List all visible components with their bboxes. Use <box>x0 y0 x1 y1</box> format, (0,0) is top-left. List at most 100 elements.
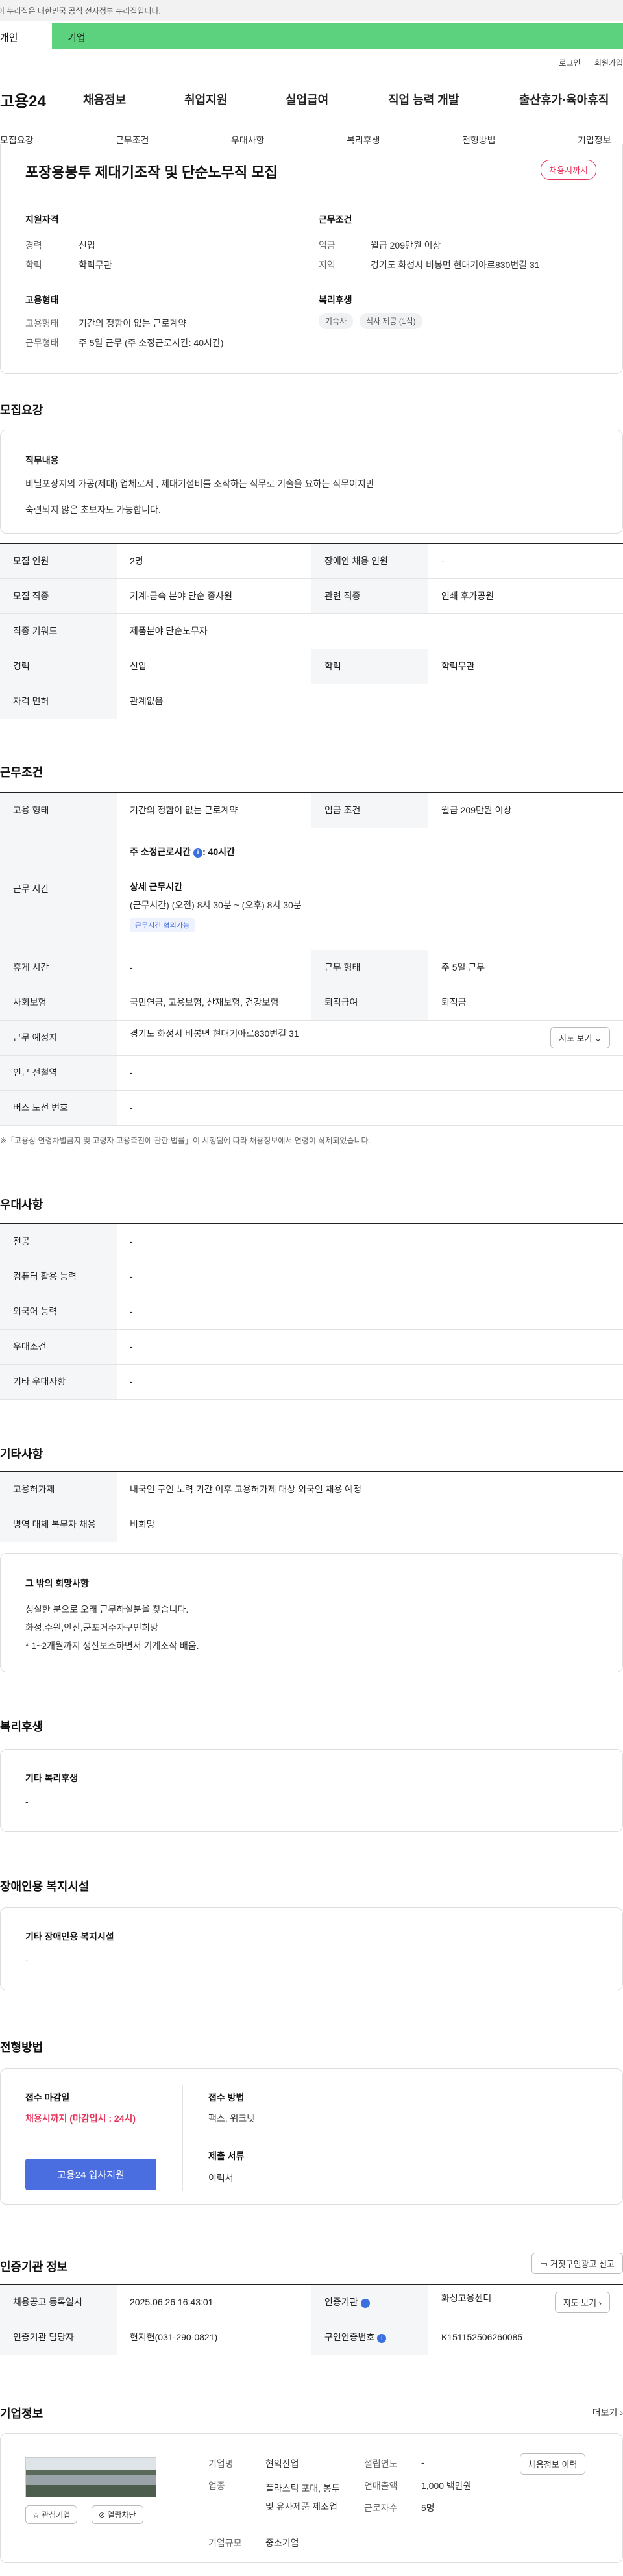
gnb-item-unemployment-benefit[interactable]: 실업급여 <box>286 91 328 108</box>
report-button-label: 거짓구인광고 신고 <box>550 2259 615 2269</box>
apply-button[interactable]: 고용24 입사지원 <box>25 2159 156 2190</box>
work-place-value: 경기도 화성시 비봉면 현대기아로830번길 31 <box>130 1028 299 1039</box>
login-link[interactable]: 로그인 <box>559 58 580 68</box>
table-header: 퇴직급여 <box>312 985 428 1021</box>
join-link[interactable]: 회원가입 <box>594 58 623 68</box>
emp-type-value: 기간의 정함이 없는 근로계약 <box>79 318 187 328</box>
hope-title: 그 밖의 희망사항 <box>25 1578 89 1589</box>
table-cell: 2025.06.26 16:43:01 <box>117 2285 312 2320</box>
gov-banner-text: 이 누리집은 대한민국 공식 전자정부 누리집입니다. <box>0 6 161 16</box>
map-button[interactable]: 지도 보기 › <box>554 2291 610 2313</box>
hours-value: : 40시간 <box>202 847 235 857</box>
table-header: 외국어 능력 <box>0 1294 117 1330</box>
table-header: 컴퓨터 활용 능력 <box>0 1259 117 1294</box>
company-field-label: 기업명 <box>208 2458 234 2469</box>
table-header: 휴게 시간 <box>0 950 117 985</box>
cond-wage-label: 임금 <box>319 240 336 251</box>
disabled-etc-value: - <box>25 1955 29 1965</box>
table-cell: - <box>117 1259 623 1294</box>
company-photo <box>25 2457 156 2497</box>
block-icon: ⊘ <box>99 2510 106 2520</box>
table-row: 휴게 시간 - 근무 형태 주 5일 근무 <box>0 950 623 985</box>
welfare-pill: 식사 제공 (1식) <box>360 313 422 329</box>
map-button[interactable]: 지도 보기 ⌄ <box>550 1026 610 1048</box>
hours-detail-title: 상세 근무시간 <box>130 882 183 892</box>
cert-heading: 인증기관 정보 <box>0 2260 68 2273</box>
cert-agency-cell: 화성고용센터 지도 보기 › <box>428 2285 623 2320</box>
table-header: 직종 키워드 <box>0 613 117 649</box>
emp-type-label: 고용형태 <box>25 318 59 328</box>
cond-title: 근무조건 <box>319 214 352 225</box>
recruit-history-button[interactable]: 채용정보 이력 <box>520 2453 586 2475</box>
apply-heading: 전형방법 <box>0 2041 43 2054</box>
map-button-label: 지도 보기 <box>559 1033 592 1043</box>
table-row: 채용공고 등록일시 2025.06.26 16:43:01 인증기관 i 화성고용… <box>0 2285 623 2320</box>
hope-line: 성실한 분으로 오래 근무하실분을 찾습니다. <box>25 1604 189 1615</box>
company-field-label: 기업규모 <box>208 2538 242 2548</box>
welfare-etc-title: 기타 복리후생 <box>25 1773 79 1783</box>
table-cell: 기간의 정함이 없는 근로계약 <box>117 793 312 828</box>
info-icon[interactable]: i <box>193 848 203 858</box>
table-header: 사회보험 <box>0 985 117 1021</box>
tab-company[interactable]: 기업 <box>52 23 623 49</box>
gov-banner: 이 누리집은 대한민국 공식 전자정부 누리집입니다. <box>0 0 623 21</box>
table-cell: 현지현(031-290-0821) <box>117 2320 312 2355</box>
interest-button[interactable]: ☆ 관심기업 <box>25 2505 78 2524</box>
table-header: 전공 <box>0 1224 117 1259</box>
hours-detail: (근무시간) (오전) 8시 30분 ~ (오후) 8시 30분 <box>130 900 302 910</box>
table-header: 임금 조건 <box>312 793 428 828</box>
info-icon[interactable]: i <box>360 2299 370 2309</box>
company-industry: 플라스틱 포대, 봉투 및 유사제품 제조업 <box>265 2483 340 2512</box>
table-header: 버스 노선 번호 <box>0 1090 117 1126</box>
block-button[interactable]: ⊘ 열람차단 <box>92 2505 143 2524</box>
chevron-right-icon: › <box>598 2297 602 2308</box>
table-cell: - <box>117 1329 623 1365</box>
star-icon: ☆ <box>32 2510 40 2520</box>
duty-card: 직무내용 비닐포장지의 가공(제대) 업체로서 , 제대기설비를 조작하는 직무… <box>0 430 623 534</box>
gnb-item-vocational-training[interactable]: 직업 능력 개발 <box>388 91 459 108</box>
table-cell: 주 5일 근무 <box>428 950 623 985</box>
qual-edu-value: 학력무관 <box>79 260 112 270</box>
table-row: 기타 우대사항 - <box>0 1364 623 1400</box>
table-header: 근무 예정지 <box>0 1020 117 1056</box>
company-name: 현익산업 <box>265 2458 299 2469</box>
site-logo[interactable]: 고용24 <box>0 88 46 111</box>
gnb-item-employment-support[interactable]: 취업지원 <box>184 91 227 108</box>
tab-person[interactable]: 개인 <box>0 23 52 49</box>
cert-agency-value: 화성고용센터 <box>441 2292 492 2303</box>
emp-title: 고용형태 <box>25 295 59 305</box>
gnb-item-parental-leave[interactable]: 출산휴가·육아휴직 <box>519 91 609 108</box>
qual-career-label: 경력 <box>25 240 42 251</box>
gnb-item-jobs[interactable]: 채용정보 <box>83 91 126 108</box>
hope-line: * 1~2개월까지 생산보조하면서 기계조작 배움. <box>25 1641 199 1651</box>
document-icon: ▭ <box>539 2259 548 2269</box>
work-hours-cell: 주 소정근로시간 i: 40시간 상세 근무시간 (근무시간) (오전) 8시 3… <box>117 828 623 950</box>
table-header: 학력 <box>312 649 428 684</box>
table-row: 경력 신입 학력 학력무관 <box>0 649 623 684</box>
cond-region-label: 지역 <box>319 260 336 270</box>
table-header: 근무 시간 <box>0 828 117 950</box>
company-more-link[interactable]: 더보기 › <box>592 2406 623 2419</box>
info-icon[interactable]: i <box>377 2334 387 2343</box>
company-revenue: 1,000 백만원 <box>421 2481 472 2491</box>
table-cell: 신입 <box>117 649 312 684</box>
table-cell: - <box>117 1055 623 1091</box>
method-title: 접수 방법 <box>208 2092 245 2103</box>
report-button[interactable]: ▭ 거짓구인광고 신고 <box>531 2253 623 2274</box>
hours-label: 주 소정근로시간 <box>130 847 191 857</box>
deadline-value: 채용시까지 (마감입시 : 24시) <box>25 2113 136 2124</box>
table-header: 기타 우대사항 <box>0 1364 117 1400</box>
global-nav: 고용24 채용정보 취업지원 실업급여 직업 능력 개발 출산휴가·육아휴직 <box>0 84 623 113</box>
welfare-pill: 기숙사 <box>319 313 354 329</box>
cert-table: 채용공고 등록일시 2025.06.26 16:43:01 인증기관 i 화성고용… <box>0 2284 623 2355</box>
table-row: 고용허가제 내국인 구인 노력 기간 이후 고용허가제 대상 외국인 채용 예정 <box>0 1472 623 1507</box>
table-header: 자격 면허 <box>0 684 117 719</box>
disabled-card: 기타 장애인용 복지시설 - <box>0 1907 623 1990</box>
company-size: 중소기업 <box>265 2538 299 2548</box>
table-cell: 비희망 <box>117 1507 623 1542</box>
etc-heading: 기타사항 <box>0 1448 43 1461</box>
table-row: 자격 면허 관계없음 <box>0 684 623 719</box>
hope-card: 그 밖의 희망사항 성실한 분으로 오래 근무하실분을 찾습니다. 화성,수원,… <box>0 1553 623 1672</box>
job-summary-card: 포장용봉투 제대기조작 및 단순노무직 모집 채용시까지 지원자격 경력 신입 … <box>0 144 623 374</box>
table-header: 인증기관 담당자 <box>0 2320 117 2355</box>
